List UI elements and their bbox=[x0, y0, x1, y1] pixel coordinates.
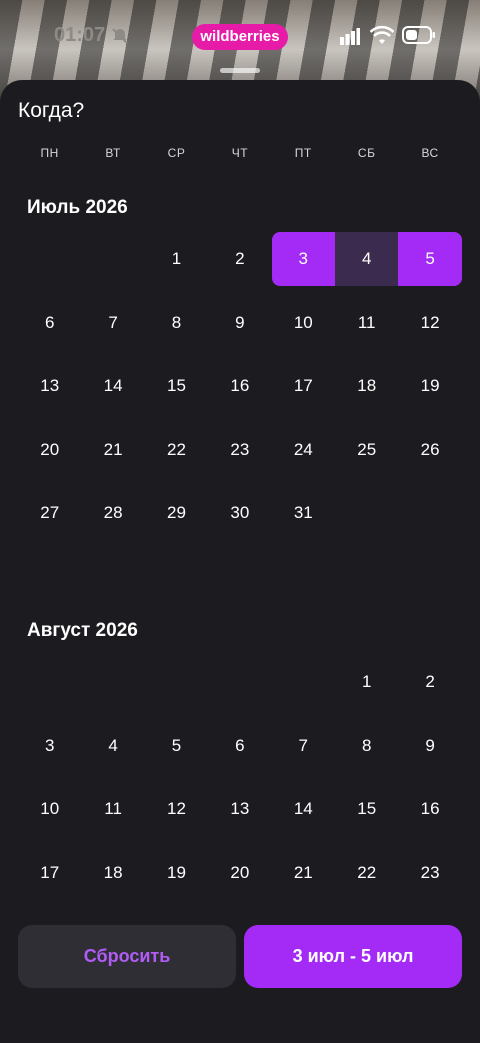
footer-actions: Сбросить 3 июл - 5 июл bbox=[0, 905, 480, 1043]
calendar-day[interactable]: 19 bbox=[398, 359, 461, 413]
calendar-day[interactable]: 17 bbox=[18, 846, 81, 900]
calendar-day[interactable]: 20 bbox=[18, 423, 81, 477]
calendar-day[interactable]: 22 bbox=[145, 423, 208, 477]
sheet-drag-handle[interactable] bbox=[220, 68, 260, 73]
calendar-day[interactable]: 24 bbox=[272, 423, 335, 477]
calendar-day[interactable]: 6 bbox=[208, 719, 271, 773]
status-bar: 01:07 wildberries bbox=[0, 0, 480, 70]
weekday-label: ПТ bbox=[294, 146, 312, 160]
weekday-label: СР bbox=[167, 146, 186, 160]
calendar-day[interactable]: 8 bbox=[145, 296, 208, 350]
calendar-day[interactable]: 10 bbox=[18, 782, 81, 836]
weekday-label: ВТ bbox=[105, 146, 121, 160]
signal-icon bbox=[340, 28, 360, 45]
month-title-july: Июль 2026 bbox=[27, 197, 128, 218]
calendar-day[interactable]: 14 bbox=[272, 782, 335, 836]
calendar-day[interactable]: 30 bbox=[208, 486, 271, 540]
calendar-day[interactable]: 8 bbox=[335, 719, 398, 773]
calendar-day[interactable]: 21 bbox=[272, 846, 335, 900]
calendar-day[interactable]: 22 bbox=[335, 846, 398, 900]
calendar-day[interactable]: 28 bbox=[81, 486, 144, 540]
calendar-day[interactable]: 13 bbox=[208, 782, 271, 836]
weekday-label: СБ bbox=[357, 146, 376, 160]
calendar-day[interactable]: 25 bbox=[335, 423, 398, 477]
calendar-day[interactable]: 1 bbox=[145, 232, 208, 286]
weekday-header: ПН ВТ СР ЧТ ПТ СБ ВС bbox=[18, 146, 462, 162]
calendar-day[interactable]: 2 bbox=[208, 232, 271, 286]
calendar-day[interactable]: 17 bbox=[272, 359, 335, 413]
calendar-day[interactable]: 7 bbox=[81, 296, 144, 350]
muted-bell-icon bbox=[112, 28, 128, 44]
wildberries-badge: wildberries bbox=[192, 24, 288, 50]
calendar-day[interactable]: 1 bbox=[335, 655, 398, 709]
calendar-day[interactable]: 7 bbox=[272, 719, 335, 773]
calendar-day[interactable]: 13 bbox=[18, 359, 81, 413]
calendar-day[interactable]: 16 bbox=[398, 782, 461, 836]
calendar-day[interactable]: 15 bbox=[335, 782, 398, 836]
calendar-day[interactable]: 10 bbox=[272, 296, 335, 350]
sheet-title: Когда? bbox=[18, 99, 85, 122]
month-title-august: Август 2026 bbox=[27, 620, 138, 641]
calendar-day[interactable]: 9 bbox=[208, 296, 271, 350]
battery-icon bbox=[402, 26, 435, 44]
calendar-day[interactable]: 26 bbox=[398, 423, 461, 477]
calendar-day-selected[interactable]: 3 bbox=[271, 232, 335, 286]
calendar-day[interactable]: 27 bbox=[18, 486, 81, 540]
calendar-day[interactable]: 12 bbox=[398, 296, 461, 350]
calendar-day[interactable]: 29 bbox=[145, 486, 208, 540]
wifi-icon bbox=[370, 25, 394, 44]
weekday-label: ПН bbox=[40, 146, 59, 160]
calendar-day[interactable]: 14 bbox=[81, 359, 144, 413]
status-time: 01:07 bbox=[54, 24, 106, 46]
calendar-day[interactable]: 18 bbox=[335, 359, 398, 413]
calendar-day[interactable]: 23 bbox=[208, 423, 271, 477]
calendar-day[interactable]: 11 bbox=[81, 782, 144, 836]
calendar-day[interactable]: 12 bbox=[145, 782, 208, 836]
reset-button[interactable]: Сбросить bbox=[18, 925, 236, 988]
calendar-day[interactable]: 15 bbox=[145, 359, 208, 413]
calendar-day[interactable]: 31 bbox=[272, 486, 335, 540]
calendar-day[interactable]: 6 bbox=[18, 296, 81, 350]
calendar-day[interactable]: 20 bbox=[208, 846, 271, 900]
calendar-day[interactable]: 23 bbox=[398, 846, 461, 900]
apply-date-range-button[interactable]: 3 июл - 5 июл bbox=[244, 925, 462, 988]
calendar-day[interactable]: 3 bbox=[18, 719, 81, 773]
calendar-day[interactable]: 9 bbox=[398, 719, 461, 773]
calendar-day[interactable]: 16 bbox=[208, 359, 271, 413]
calendar-day-selected[interactable]: 5 bbox=[398, 232, 462, 286]
calendar-day[interactable]: 19 bbox=[145, 846, 208, 900]
calendar-day[interactable]: 4 bbox=[81, 719, 144, 773]
calendar-day-selected[interactable]: 4 bbox=[335, 232, 399, 286]
calendar-day[interactable]: 11 bbox=[335, 296, 398, 350]
date-picker-sheet: Когда? ПН ВТ СР ЧТ ПТ СБ ВС Июль 2026 12345678… bbox=[0, 80, 480, 1043]
calendar-day[interactable]: 5 bbox=[145, 719, 208, 773]
calendar-day[interactable]: 21 bbox=[81, 423, 144, 477]
calendar-day[interactable]: 18 bbox=[81, 846, 144, 900]
weekday-label: ВС bbox=[421, 146, 439, 160]
weekday-label: ЧТ bbox=[231, 146, 249, 160]
calendar-day[interactable]: 2 bbox=[398, 655, 461, 709]
